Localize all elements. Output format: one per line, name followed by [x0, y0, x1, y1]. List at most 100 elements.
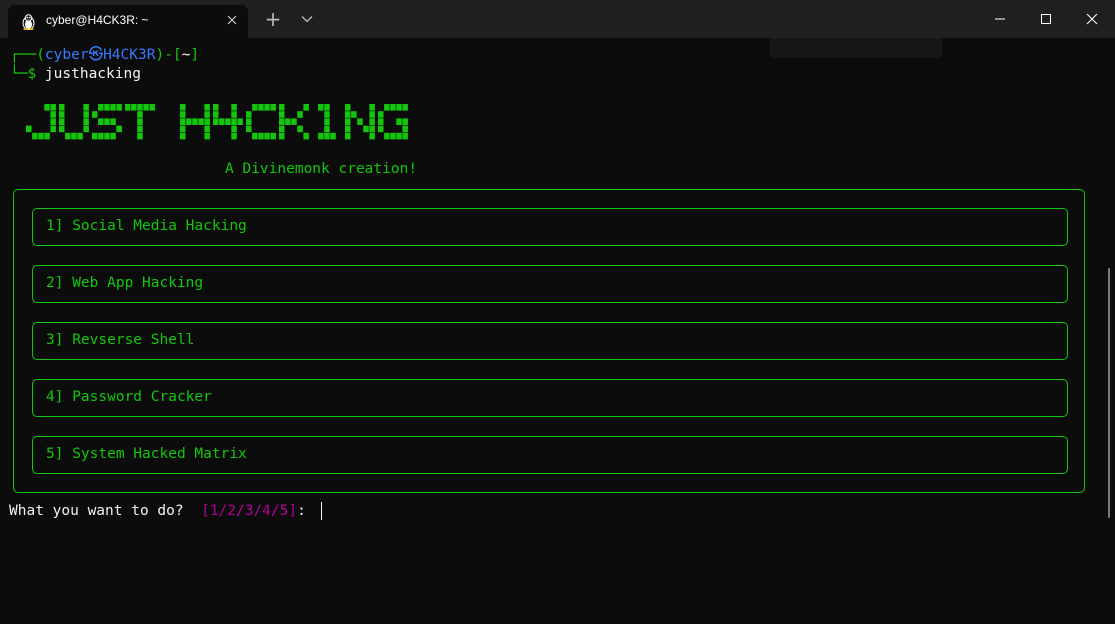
- banner-pixel: [225, 118, 231, 125]
- chevron-down-icon[interactable]: [298, 10, 316, 28]
- banner-pixel: [297, 111, 303, 118]
- banner-pixel: [279, 125, 285, 133]
- tab-title: cyber@H4CK3R: ~: [46, 13, 149, 27]
- banner-pixel: [180, 125, 186, 133]
- maximize-icon: [1041, 14, 1051, 24]
- menu-item-system-matrix[interactable]: 5] System Hacked Matrix: [32, 436, 1068, 474]
- text-cursor: [320, 502, 322, 520]
- banner-pixel: [137, 118, 143, 125]
- banner-pixel: [110, 104, 116, 111]
- prompt-line-2: └─$ justhacking: [10, 65, 141, 83]
- banner-pixel: [180, 111, 186, 118]
- terminal-output[interactable]: ┌──(cyber㉿H4CK3R)-[~] └─$ justhacking A …: [0, 38, 1115, 624]
- banner-pixel: [50, 104, 56, 111]
- banner-pixel: [104, 132, 110, 140]
- banner-pixel: [264, 104, 270, 111]
- banner-pixel: [44, 132, 50, 140]
- banner-pixel: [231, 132, 237, 140]
- banner-pixel: [402, 104, 408, 111]
- input-choices: [1/2/3/4/5]: [201, 503, 298, 519]
- close-window-button[interactable]: [1069, 0, 1115, 38]
- banner-pixel: [32, 132, 38, 140]
- banner-pixel: [345, 118, 351, 125]
- banner-pixel: [345, 111, 351, 118]
- banner-pixel: [180, 132, 186, 140]
- menu-item-label: 5] System Hacked Matrix: [46, 446, 247, 462]
- banner-pixel: [26, 125, 32, 133]
- scrollbar[interactable]: [1108, 268, 1110, 518]
- menu-item-reverse-shell[interactable]: 3] Revserse Shell: [32, 322, 1068, 360]
- menu-item-password-cracker[interactable]: 4] Password Cracker: [32, 379, 1068, 417]
- banner-pixel: [71, 132, 77, 140]
- banner-pixel: [116, 104, 122, 111]
- new-tab-plus-icon[interactable]: +: [263, 9, 283, 29]
- input-prompt-line[interactable]: What you want to do? [1/2/3/4/5]:: [9, 502, 322, 520]
- banner-pixel: [180, 118, 186, 125]
- banner-pixel: [204, 111, 210, 118]
- banner-pixel: [213, 104, 219, 111]
- banner-pixel: [402, 132, 408, 140]
- banner-pixel: [303, 132, 309, 140]
- terminal-tab[interactable]: cyber@H4CK3R: ~: [8, 5, 248, 38]
- minimize-button[interactable]: [977, 0, 1023, 38]
- linux-penguin-icon: [21, 14, 36, 30]
- banner-pixel: [402, 125, 408, 133]
- menu-item-label: 1] Social Media Hacking: [46, 218, 247, 234]
- banner-pixel: [137, 125, 143, 133]
- banner-pixel: [125, 104, 131, 111]
- maximize-button[interactable]: [1023, 0, 1069, 38]
- title-bar: cyber@H4CK3R: ~ +: [0, 0, 1115, 38]
- banner-pixel: [83, 125, 89, 133]
- banner-pixel: [204, 104, 210, 111]
- banner-pixel: [318, 104, 324, 111]
- prompt-host: H4CK3R: [103, 47, 156, 63]
- banner-pixel: [213, 111, 219, 118]
- banner-pixel: [149, 104, 155, 111]
- prompt-box-open: ┌──(: [10, 47, 45, 63]
- banner-pixel: [77, 132, 83, 140]
- banner-pixel: [59, 125, 65, 133]
- close-tab-icon[interactable]: [224, 12, 240, 28]
- banner-pixel: [143, 104, 149, 111]
- banner-pixel: [219, 118, 225, 125]
- banner-pixel: [324, 125, 330, 133]
- banner-pixel: [231, 111, 237, 118]
- banner-pixel: [378, 118, 384, 125]
- banner-pixel: [396, 118, 402, 125]
- banner-pixel: [369, 118, 375, 125]
- banner-pixel: [390, 104, 396, 111]
- banner-pixel: [324, 118, 330, 125]
- banner-pixel: [50, 111, 56, 118]
- banner-pixel: [38, 132, 44, 140]
- banner-pixel: [192, 118, 198, 125]
- banner-pixel: [291, 118, 297, 125]
- banner-pixel: [231, 125, 237, 133]
- prompt-line-1: ┌──(cyber㉿H4CK3R)-[~]: [10, 46, 199, 64]
- banner-pixel: [390, 132, 396, 140]
- prompt-user: cyber: [44, 47, 89, 63]
- banner-pixel: [252, 132, 258, 140]
- menu-item-web-app[interactable]: 2] Web App Hacking: [32, 265, 1068, 303]
- banner-pixel: [50, 118, 56, 125]
- banner-pixel: [50, 125, 56, 133]
- banner-pixel: [357, 118, 363, 125]
- banner-pixel: [279, 111, 285, 118]
- banner-pixel: [270, 132, 276, 140]
- banner-pixel: [363, 125, 369, 133]
- banner-pixel: [324, 132, 330, 140]
- banner-pixel: [378, 111, 384, 118]
- close-icon: [1086, 13, 1098, 25]
- banner-pixel: [213, 118, 219, 125]
- banner-pixel: [384, 104, 390, 111]
- banner-pixel: [92, 132, 98, 140]
- banner-pixel: [59, 118, 65, 125]
- banner-pixel: [252, 104, 258, 111]
- terminal-window: cyber@H4CK3R: ~ + ┌──(cyber㉿H4CK3R)-[~] …: [0, 0, 1115, 624]
- banner-pixel: [378, 125, 384, 133]
- menu-item-social-media[interactable]: 1] Social Media Hacking: [32, 208, 1068, 246]
- banner-pixel: [324, 111, 330, 118]
- banner-pixel: [258, 104, 264, 111]
- input-suffix: :: [297, 503, 315, 519]
- banner-pixel: [110, 132, 116, 140]
- banner-pixel: [204, 118, 210, 125]
